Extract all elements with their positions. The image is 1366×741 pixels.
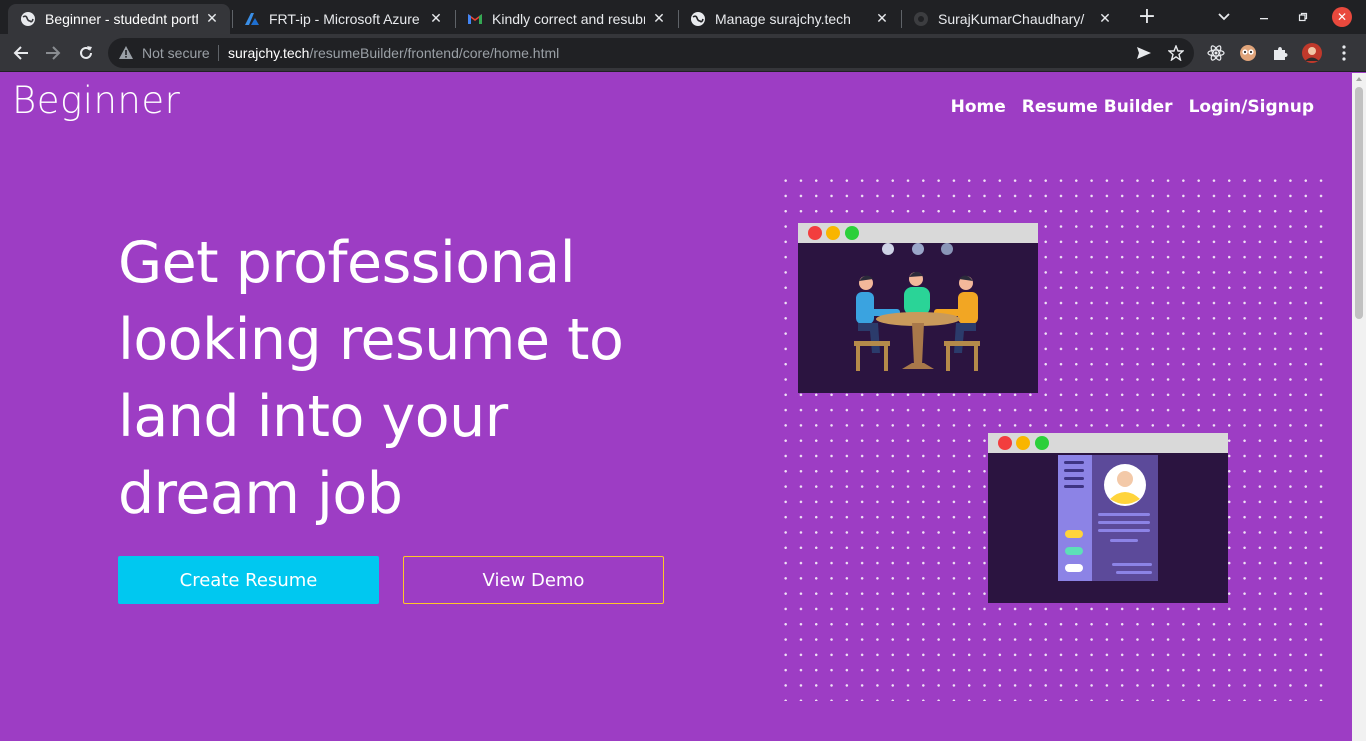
tab-search-icon[interactable] — [1214, 6, 1234, 28]
new-tab-button[interactable]: + — [1136, 6, 1158, 28]
headline-line: dream job — [118, 461, 403, 527]
tab-title: Kindly correct and resubmit — [492, 11, 645, 27]
window-close-dot — [998, 436, 1012, 450]
globe-icon — [20, 11, 36, 27]
webpage: Beginner Home Resume Builder Login/Signu… — [0, 73, 1352, 741]
tab-title: Manage surajchy.tech — [715, 11, 851, 27]
send-icon[interactable] — [1134, 43, 1154, 63]
window-titlebar — [798, 223, 1038, 243]
nav-home[interactable]: Home — [951, 97, 1006, 117]
address-bar[interactable]: Not secure surajchy.tech/resumeBuilder/f… — [108, 38, 1194, 68]
bookmark-star-icon[interactable] — [1166, 43, 1186, 63]
nav-resume-builder[interactable]: Resume Builder — [1022, 97, 1173, 117]
forward-icon[interactable] — [43, 43, 63, 63]
brand-logo[interactable]: Beginner — [12, 79, 180, 122]
close-tab-icon[interactable]: ✕ — [428, 11, 444, 27]
tab-gmail[interactable]: Kindly correct and resubmit ✕ — [455, 4, 677, 34]
main-nav: Home Resume Builder Login/Signup — [951, 97, 1314, 117]
security-label[interactable]: Not secure — [142, 45, 210, 61]
azure-icon — [244, 11, 260, 27]
github-icon — [913, 11, 929, 27]
meeting-illustration — [798, 223, 1038, 393]
window-close-dot — [808, 226, 822, 240]
extensions-puzzle-icon[interactable] — [1270, 43, 1290, 63]
tab-beginner[interactable]: Beginner - studednt portfolio ✕ — [8, 4, 230, 34]
window-maximize-dot — [845, 226, 859, 240]
create-resume-button[interactable]: Create Resume — [118, 556, 379, 604]
window-titlebar — [988, 433, 1228, 453]
warning-icon — [118, 45, 134, 65]
tab-azure[interactable]: FRT-ip - Microsoft Azure ✕ — [232, 4, 454, 34]
window-maximize-dot — [1035, 436, 1049, 450]
react-devtools-icon[interactable] — [1206, 43, 1226, 63]
tab-github[interactable]: SurajKumarChaudhary/ ✕ — [901, 4, 1123, 34]
browser-toolbar: Not secure surajchy.tech/resumeBuilder/f… — [0, 34, 1366, 72]
headline-line: land into your — [118, 384, 508, 450]
extension-owl-icon[interactable] — [1238, 43, 1258, 63]
tab-title: FRT-ip - Microsoft Azure — [269, 11, 420, 27]
view-demo-button[interactable]: View Demo — [403, 556, 664, 604]
team-meeting-icon — [854, 243, 980, 371]
profile-avatar[interactable] — [1302, 43, 1322, 63]
url-text[interactable]: surajchy.tech/resumeBuilder/frontend/cor… — [228, 45, 559, 61]
url-path: /resumeBuilder/frontend/core/home.html — [309, 45, 560, 61]
window-minimize-dot — [1016, 436, 1030, 450]
scrollbar-thumb[interactable] — [1355, 87, 1363, 319]
window-minimize-dot — [826, 226, 840, 240]
close-tab-icon[interactable]: ✕ — [651, 11, 667, 27]
globe-icon — [690, 11, 706, 27]
restore-icon[interactable] — [1293, 6, 1313, 28]
tab-title: SurajKumarChaudhary/ — [938, 11, 1085, 27]
hero-headline: Get professional looking resume to land … — [118, 225, 718, 533]
tab-manage-domain[interactable]: Manage surajchy.tech ✕ — [678, 4, 900, 34]
headline-line: looking resume to — [118, 307, 624, 373]
close-tab-icon[interactable]: ✕ — [1097, 11, 1113, 27]
resume-document-icon — [1058, 455, 1158, 581]
close-window-icon[interactable]: ✕ — [1332, 7, 1352, 27]
gmail-icon — [467, 11, 483, 27]
page-scrollbar[interactable] — [1352, 73, 1366, 741]
close-tab-icon[interactable]: ✕ — [874, 11, 890, 27]
back-icon[interactable] — [11, 43, 31, 63]
nav-login-signup[interactable]: Login/Signup — [1189, 97, 1314, 117]
resume-illustration — [988, 433, 1228, 603]
reload-icon[interactable] — [76, 43, 96, 63]
kebab-menu-icon[interactable] — [1334, 43, 1354, 63]
omnibox-divider — [218, 45, 219, 61]
scroll-up-arrow-icon[interactable] — [1356, 77, 1362, 81]
close-tab-icon[interactable]: ✕ — [204, 11, 220, 27]
tab-title: Beginner - studednt portfolio — [45, 11, 198, 27]
url-host: surajchy.tech — [228, 45, 310, 61]
tab-strip: Beginner - studednt portfolio ✕ FRT-ip -… — [0, 0, 1366, 34]
headline-line: Get professional — [118, 230, 576, 296]
minimize-icon[interactable] — [1254, 6, 1274, 28]
